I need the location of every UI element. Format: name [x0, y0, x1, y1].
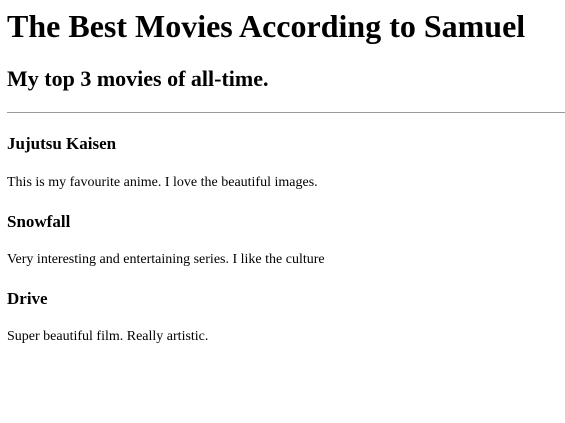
- movie-title-snowfall: Snowfall: [7, 212, 71, 231]
- page-subtitle: My top 3 movies of all-time.: [7, 66, 269, 91]
- movie-title-drive: Drive: [7, 289, 48, 308]
- movie-description-jujutsu-kaisen: This is my favourite anime. I love the b…: [7, 175, 318, 190]
- movie-description-snowfall: Very interesting and entertaining series…: [7, 252, 325, 267]
- page-content: The Best Movies According to Samuel My t…: [0, 0, 565, 423]
- movie-description-drive: Super beautiful film. Really artistic.: [7, 329, 209, 344]
- page-title: The Best Movies According to Samuel: [7, 8, 526, 44]
- horizontal-divider: [7, 112, 565, 113]
- movie-title-jujutsu-kaisen: Jujutsu Kaisen: [7, 134, 117, 153]
